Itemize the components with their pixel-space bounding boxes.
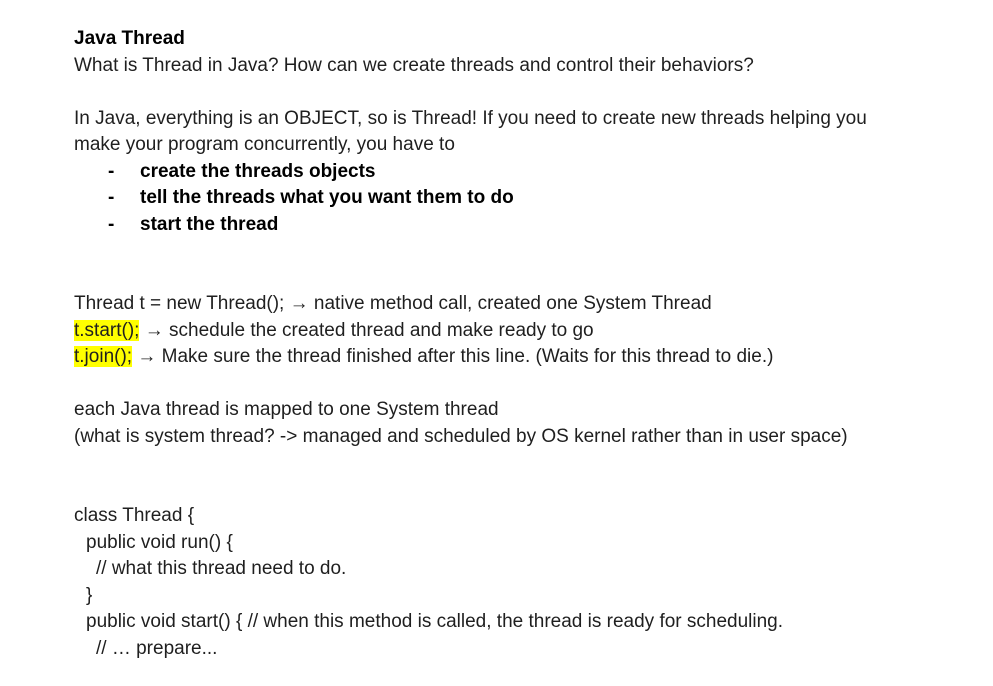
mapping-line-2: (what is system thread? -> managed and s… <box>74 425 848 447</box>
bullet-marker: - <box>108 187 115 208</box>
highlighted-code-snippet: t.start(); <box>74 319 140 341</box>
paragraph-line-2: make your program concurrently, you have… <box>74 134 455 155</box>
blank-lines <box>74 450 974 503</box>
class-code-line: // … prepare... <box>96 637 218 659</box>
code-note: → Make sure the thread finished after th… <box>132 346 774 367</box>
class-code-line: class Thread { <box>74 505 195 526</box>
bullet-item: - tell the threads what you want them to… <box>74 185 974 212</box>
bullet-list: - create the threads objects - tell the … <box>74 159 974 239</box>
class-code-line: public void run() { <box>86 531 233 553</box>
blank-lines <box>74 238 974 291</box>
class-code-line: // what this thread need to do. <box>96 558 347 579</box>
intro-question: What is Thread in Java? How can we creat… <box>74 54 754 76</box>
bullet-item: - start the thread <box>74 212 974 239</box>
document-body: Java Thread What is Thread in Java? How … <box>74 26 974 662</box>
bullet-marker: - <box>108 213 115 235</box>
class-code-line: } <box>86 584 93 606</box>
bullet-item: - create the threads objects <box>74 159 974 186</box>
code-note: → native method call, created one System… <box>284 293 712 314</box>
code-note-line: Thread t = new Thread(); → native method… <box>74 291 974 318</box>
bullet-text: create the threads objects <box>140 160 376 182</box>
bullet-text: start the thread <box>140 213 279 235</box>
code-note-line: t.start(); → schedule the created thread… <box>74 318 974 345</box>
mapping-line-1: each Java thread is mapped to one System… <box>74 399 499 420</box>
code-note-line: t.join(); → Make sure the thread finishe… <box>74 344 974 371</box>
code-note: → schedule the created thread and make r… <box>139 319 594 341</box>
code-snippet: Thread t = new Thread(); <box>74 293 285 314</box>
paragraph-line-1: In Java, everything is an OBJECT, so is … <box>74 107 867 129</box>
doc-title: Java Thread <box>74 28 185 49</box>
bullet-text: tell the threads what you want them to d… <box>140 187 514 208</box>
highlighted-code-snippet: t.join(); <box>74 346 133 367</box>
bullet-marker: - <box>108 160 115 182</box>
class-code-line: public void start() { // when this metho… <box>86 611 784 632</box>
